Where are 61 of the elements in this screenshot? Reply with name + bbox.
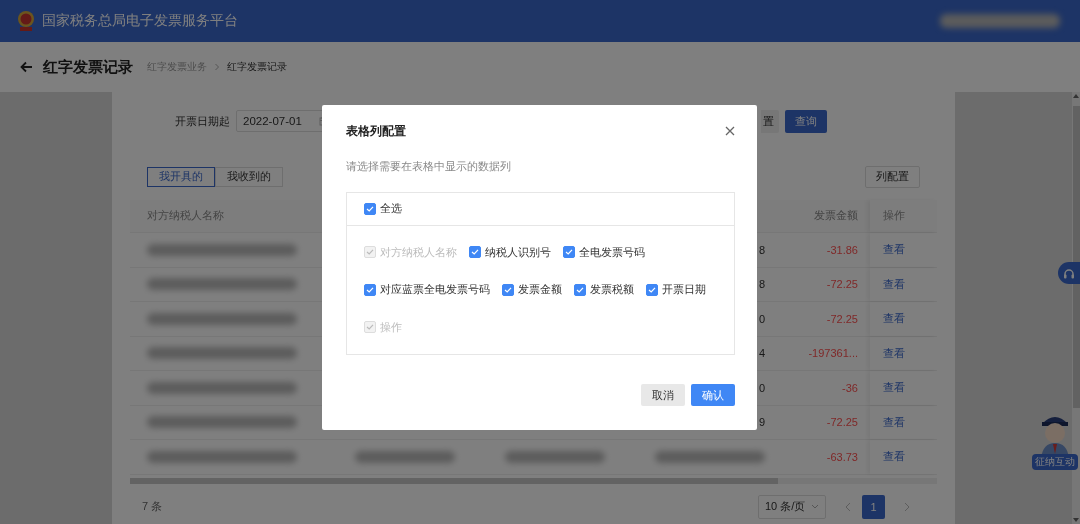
checkbox[interactable]	[364, 283, 376, 296]
dialog-hint: 请选择需要在表格中显示的数据列	[346, 160, 512, 174]
checkbox-label: 纳税人识别号	[485, 244, 551, 260]
scroll-up-icon[interactable]	[1073, 94, 1079, 98]
caret-icon	[811, 504, 819, 509]
field-label: 开票日期起	[175, 113, 230, 129]
checkbox[interactable]	[563, 246, 575, 259]
view-link[interactable]: 查看	[883, 380, 905, 396]
table-cell: 8	[758, 243, 765, 256]
checkbox-label: 发票金额	[518, 282, 562, 298]
amount-cell: -197361...	[808, 347, 858, 360]
page-title: 红字发票记录	[43, 57, 133, 77]
checkbox[interactable]	[502, 283, 514, 296]
checkbox-label: 发票税额	[590, 282, 634, 298]
amount-cell: -31.86	[826, 243, 858, 256]
tab[interactable]: 我开具的	[147, 167, 215, 187]
cancel-button[interactable]: 取消	[641, 384, 685, 406]
platform-title: 国家税务总局电子发票服务平台	[42, 12, 238, 30]
view-link[interactable]: 查看	[883, 242, 905, 258]
table-cell: 4	[758, 347, 765, 360]
view-link[interactable]: 查看	[883, 311, 905, 327]
view-link[interactable]: 查看	[883, 276, 905, 292]
checkbox-label: 操作	[380, 319, 402, 335]
page-button[interactable]: 1	[862, 494, 885, 519]
page-size-select[interactable]: 10 条/页	[758, 494, 826, 519]
confirm-button[interactable]: 确认	[691, 384, 735, 406]
table-cell: 0	[758, 381, 765, 394]
table-cell: 8	[758, 278, 765, 291]
back-arrow-icon[interactable]	[20, 61, 33, 73]
amount-cell: -72.25	[826, 416, 858, 429]
headset-button[interactable]	[1058, 262, 1080, 284]
amount-cell: -63.73	[826, 450, 858, 463]
checkbox-label: 对方纳税人名称	[380, 244, 457, 260]
table-cell: 0	[758, 312, 765, 325]
tab[interactable]: 我收到的	[215, 167, 283, 187]
total-count: 7 条	[142, 499, 163, 514]
close-icon[interactable]	[725, 126, 735, 136]
checkbox-label: 全电发票号码	[579, 244, 645, 260]
checkbox[interactable]	[574, 283, 586, 296]
dialog-title: 表格列配置	[346, 122, 406, 140]
checkbox-label: 对应蓝票全电发票号码	[380, 282, 490, 298]
query-button[interactable]: 查询	[785, 109, 827, 133]
column-config-button[interactable]: 列配置	[865, 166, 920, 188]
checkbox[interactable]	[646, 283, 658, 296]
headset-icon	[1063, 267, 1075, 279]
checkbox[interactable]	[469, 246, 481, 259]
checkbox[interactable]	[364, 202, 376, 215]
support-badge[interactable]: 征纳互动	[1032, 454, 1078, 470]
amount-cell: -72.25	[826, 312, 858, 325]
amount-cell: -72.25	[826, 278, 858, 291]
checkbox-label: 开票日期	[662, 282, 706, 298]
reset-button[interactable]: 置	[761, 109, 779, 133]
view-link[interactable]: 查看	[883, 414, 905, 430]
horizontal-scrollbar[interactable]	[130, 477, 937, 484]
checkbox-label: 全选	[380, 201, 402, 217]
view-link[interactable]: 查看	[883, 449, 905, 465]
scroll-down-icon[interactable]	[1073, 518, 1079, 522]
table-cell: 9	[758, 416, 765, 429]
view-link[interactable]: 查看	[883, 345, 905, 361]
emblem-icon	[16, 10, 36, 32]
amount-cell: -36	[842, 381, 858, 394]
